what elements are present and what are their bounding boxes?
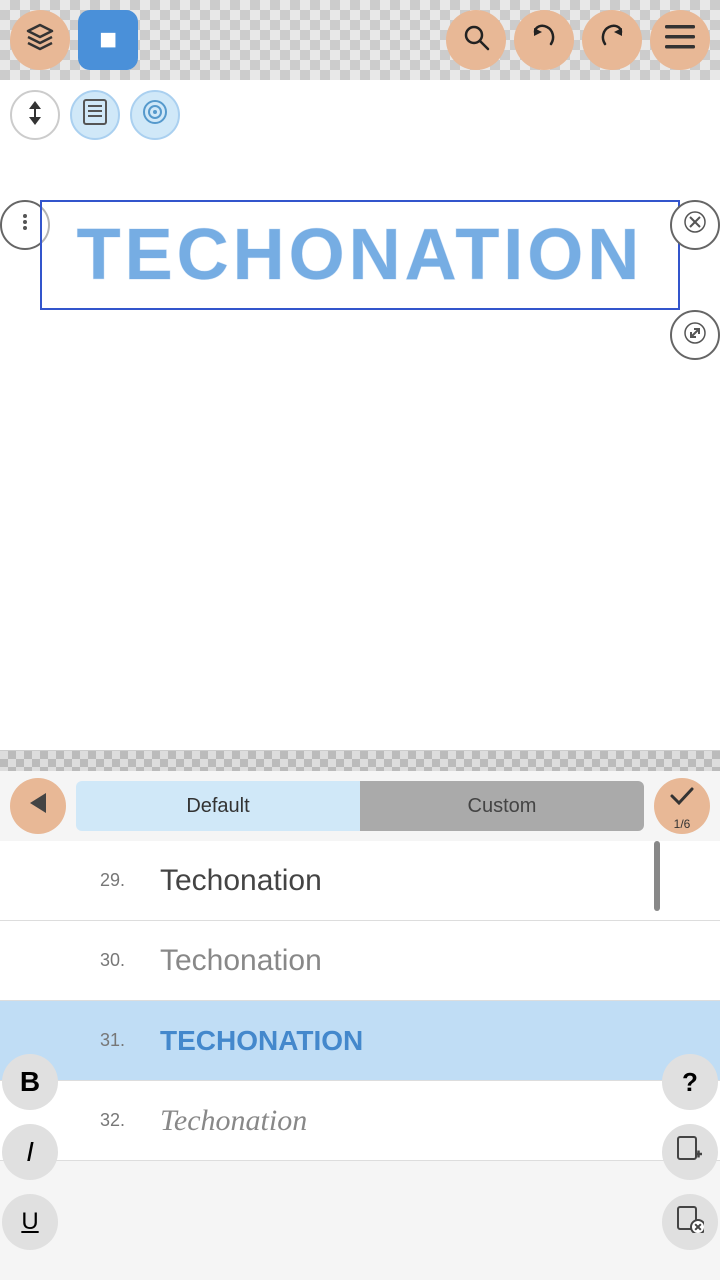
font-list[interactable]: 29. Techonation 30. Techonation 31. TECH… xyxy=(0,841,720,1261)
close-icon xyxy=(684,211,706,239)
add-page-icon xyxy=(676,1135,704,1169)
resize-element-button[interactable] xyxy=(670,310,720,360)
layers-button[interactable] xyxy=(10,10,70,70)
confirm-button[interactable]: 1/6 xyxy=(654,778,710,834)
font-text-30: Techonation xyxy=(160,944,322,978)
page-icon xyxy=(82,98,108,132)
add-page-button[interactable] xyxy=(662,1124,718,1180)
font-num-31: 31. xyxy=(100,1030,160,1051)
restrict-page-button[interactable] xyxy=(662,1194,718,1250)
underline-button[interactable]: U xyxy=(2,1194,58,1250)
square-icon: ■ xyxy=(99,23,117,57)
font-row-31[interactable]: 31. TECHONATION xyxy=(0,1001,720,1081)
redo-button[interactable] xyxy=(582,10,642,70)
action-buttons-right: ? xyxy=(660,1054,720,1260)
tab-default[interactable]: Default xyxy=(76,781,360,831)
restrict-page-icon xyxy=(676,1205,704,1239)
page-count: 1/6 xyxy=(674,817,691,831)
text-element[interactable]: TECHONATION xyxy=(40,200,680,310)
font-row-29[interactable]: 29. Techonation xyxy=(0,841,720,921)
canvas-text: TECHONATION xyxy=(77,214,644,296)
second-toolbar xyxy=(0,80,720,150)
undo-button[interactable] xyxy=(514,10,574,70)
font-num-30: 30. xyxy=(100,950,160,971)
undo-icon xyxy=(529,22,559,59)
checkmark-icon xyxy=(668,782,696,817)
back-arrow-icon xyxy=(24,789,52,824)
top-toolbar: ■ xyxy=(0,0,720,80)
page-view-button[interactable] xyxy=(70,90,120,140)
tab-custom[interactable]: Custom xyxy=(360,781,644,831)
back-button[interactable] xyxy=(10,778,66,834)
font-row-30[interactable]: 30. Techonation xyxy=(0,921,720,1001)
checker-divider xyxy=(0,751,720,771)
font-text-31: TECHONATION xyxy=(160,1025,363,1057)
font-tabs: Default Custom xyxy=(76,781,644,831)
menu-button[interactable] xyxy=(650,10,710,70)
bold-icon: B xyxy=(20,1066,40,1098)
vertical-arrow-icon xyxy=(23,99,47,132)
canvas-area: TECHONATION xyxy=(0,150,720,760)
search-icon xyxy=(461,22,491,59)
text-format-buttons: B I U xyxy=(0,1054,60,1260)
resize-arrow-button[interactable] xyxy=(10,90,60,140)
shape-square-button[interactable]: ■ xyxy=(78,10,138,70)
close-element-button[interactable] xyxy=(670,200,720,250)
resize-icon xyxy=(684,322,706,349)
font-text-29: Techonation xyxy=(160,864,322,898)
help-button[interactable]: ? xyxy=(662,1054,718,1110)
font-num-29: 29. xyxy=(100,870,160,891)
target-icon xyxy=(141,98,169,132)
question-mark-icon: ? xyxy=(682,1067,698,1098)
italic-icon: I xyxy=(26,1136,34,1168)
italic-button[interactable]: I xyxy=(2,1124,58,1180)
font-num-32: 32. xyxy=(100,1110,160,1131)
redo-icon xyxy=(597,22,627,59)
bottom-panel: Default Custom 1/6 29. Techonation 30. T… xyxy=(0,750,720,1280)
font-text-32: Techonation xyxy=(160,1104,307,1138)
hamburger-icon xyxy=(665,25,695,56)
context-menu-icon xyxy=(14,211,36,239)
layers-icon xyxy=(24,21,56,60)
target-button[interactable] xyxy=(130,90,180,140)
font-tabs-row: Default Custom 1/6 xyxy=(0,771,720,841)
font-row-32[interactable]: 32. Techonation xyxy=(0,1081,720,1161)
text-selection-border: TECHONATION xyxy=(40,200,680,310)
bold-button[interactable]: B xyxy=(2,1054,58,1110)
search-button[interactable] xyxy=(446,10,506,70)
underline-icon: U xyxy=(21,1208,38,1236)
